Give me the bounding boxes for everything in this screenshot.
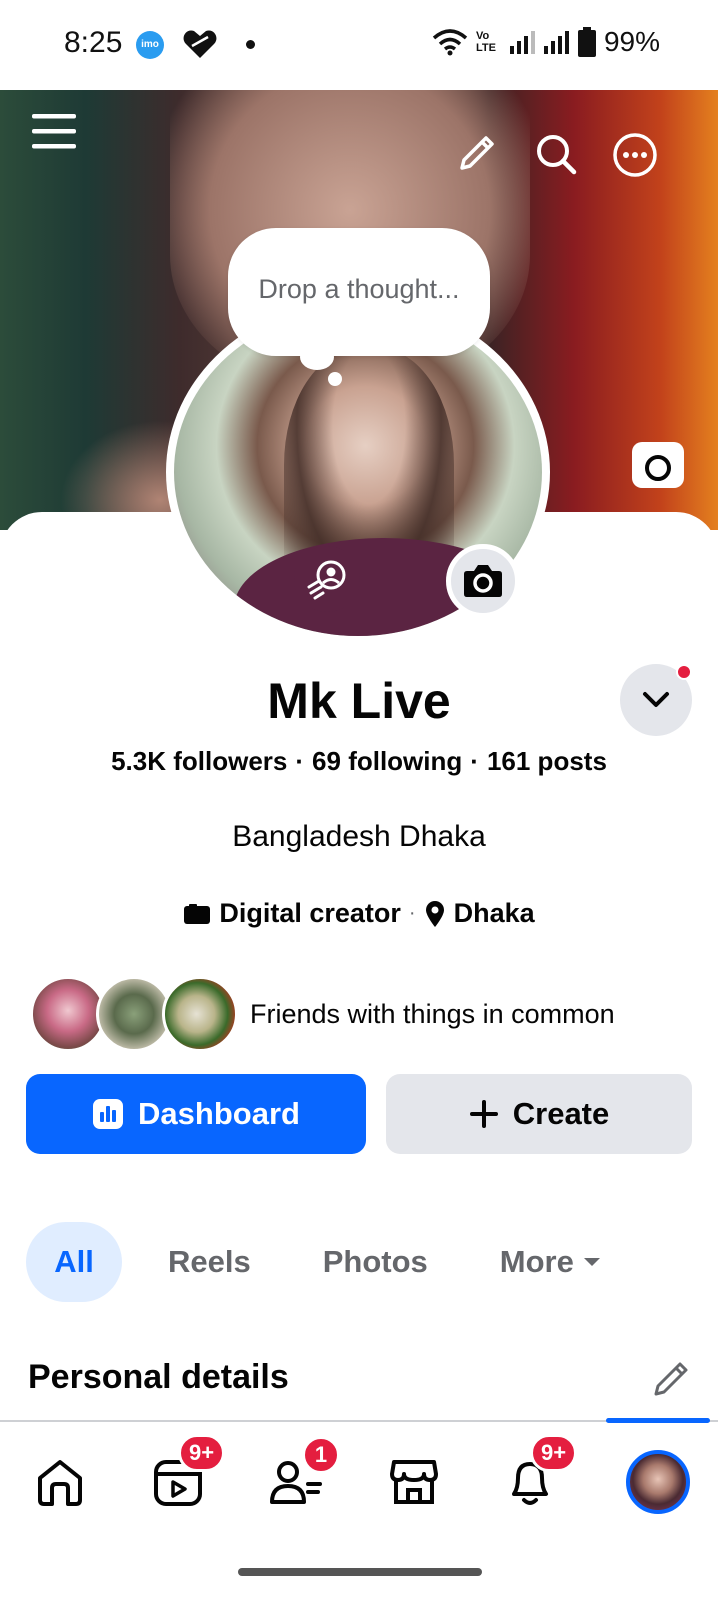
dashboard-icon bbox=[93, 1099, 124, 1129]
heart-icon bbox=[183, 30, 217, 58]
edit-icon[interactable] bbox=[650, 1358, 692, 1400]
personal-details-heading: Personal details bbox=[28, 1358, 289, 1396]
meta-separator: · bbox=[408, 902, 416, 924]
profile-meta: Digital creator · Dhaka bbox=[0, 898, 718, 929]
dashboard-label: Dashboard bbox=[138, 1096, 300, 1131]
caret-down-icon bbox=[583, 1258, 600, 1266]
create-button[interactable]: Create bbox=[386, 1074, 692, 1154]
camera-icon bbox=[637, 448, 679, 483]
thought-bubble-tail-small bbox=[328, 372, 342, 386]
expand-notification-dot bbox=[676, 664, 692, 680]
profile-bio: Bangladesh Dhaka bbox=[232, 820, 486, 853]
friend-avatar[interactable] bbox=[162, 976, 238, 1052]
dashboard-button[interactable]: Dashboard bbox=[26, 1074, 366, 1154]
profile-stats: 5.3K followers · 69 following · 161 posts bbox=[111, 746, 607, 776]
marketplace-icon bbox=[390, 1460, 438, 1504]
notification-dot-icon bbox=[246, 40, 255, 49]
imo-icon: imo bbox=[136, 31, 164, 59]
search-icon[interactable] bbox=[534, 132, 578, 176]
edit-icon[interactable] bbox=[456, 132, 498, 174]
profile-name: Mk Live bbox=[267, 673, 451, 729]
mutual-friends-row[interactable]: Friends with things in common bbox=[30, 976, 615, 1052]
following-count[interactable]: 69 following bbox=[312, 746, 462, 776]
friend-avatar[interactable] bbox=[96, 976, 172, 1052]
bottom-nav: 9+ 1 9+ bbox=[0, 1424, 718, 1524]
nav-marketplace[interactable] bbox=[384, 1452, 444, 1512]
nav-video[interactable]: 9+ bbox=[148, 1434, 226, 1512]
thought-placeholder: Drop a thought... bbox=[258, 274, 460, 304]
thought-bubble[interactable]: Drop a thought... bbox=[228, 228, 490, 356]
create-label: Create bbox=[512, 1096, 610, 1131]
status-bar: 8:25 imo Vo LTE 99% bbox=[0, 0, 718, 90]
friends-badge: 1 bbox=[302, 1436, 340, 1474]
plus-icon bbox=[469, 1100, 498, 1128]
tab-reels[interactable]: Reels bbox=[168, 1222, 251, 1302]
friend-avatar[interactable] bbox=[30, 976, 106, 1052]
wifi-icon bbox=[432, 29, 468, 56]
profile-category: Digital creator bbox=[219, 898, 401, 928]
status-right: Vo LTE 99% bbox=[432, 26, 660, 58]
nav-friends[interactable]: 1 bbox=[266, 1436, 340, 1512]
nav-active-indicator bbox=[606, 1418, 710, 1423]
camera-icon bbox=[464, 565, 502, 597]
tab-all[interactable]: All bbox=[26, 1222, 122, 1302]
briefcase-icon bbox=[184, 903, 211, 924]
tab-photos[interactable]: Photos bbox=[323, 1222, 428, 1302]
notifications-badge: 9+ bbox=[530, 1434, 578, 1472]
profile-tabs: All Reels Photos More bbox=[26, 1222, 602, 1302]
nav-profile-avatar[interactable] bbox=[626, 1450, 690, 1514]
friends-in-common-text[interactable]: Friends with things in common bbox=[250, 999, 615, 1030]
home-indicator[interactable] bbox=[238, 1568, 482, 1576]
tab-more-label: More bbox=[499, 1244, 574, 1279]
avatar-frame-badge[interactable] bbox=[294, 546, 360, 612]
location-pin-icon bbox=[425, 900, 444, 927]
avatar-camera-button[interactable] bbox=[446, 544, 520, 618]
signal-icon bbox=[509, 31, 535, 54]
posts-count[interactable]: 161 posts bbox=[487, 746, 607, 776]
volte-icon: Vo LTE bbox=[475, 30, 496, 54]
battery-percent: 99% bbox=[603, 26, 660, 57]
thought-bubble-tail bbox=[300, 344, 334, 370]
home-icon bbox=[38, 1460, 82, 1506]
tab-more[interactable]: More bbox=[500, 1222, 602, 1302]
nav-notifications[interactable]: 9+ bbox=[500, 1434, 578, 1512]
video-badge: 9+ bbox=[178, 1434, 226, 1472]
more-icon[interactable] bbox=[612, 132, 658, 178]
cover-camera-button[interactable] bbox=[632, 442, 684, 488]
battery-icon bbox=[577, 27, 596, 57]
signal-icon-2 bbox=[543, 31, 569, 54]
avatar-frame-icon bbox=[307, 560, 346, 600]
menu-icon[interactable] bbox=[30, 108, 78, 156]
followers-count[interactable]: 5.3K followers bbox=[111, 746, 287, 776]
status-time: 8:25 bbox=[64, 26, 123, 59]
nav-home[interactable] bbox=[30, 1452, 90, 1512]
profile-location: Dhaka bbox=[453, 898, 535, 928]
chevron-down-icon bbox=[643, 692, 669, 707]
